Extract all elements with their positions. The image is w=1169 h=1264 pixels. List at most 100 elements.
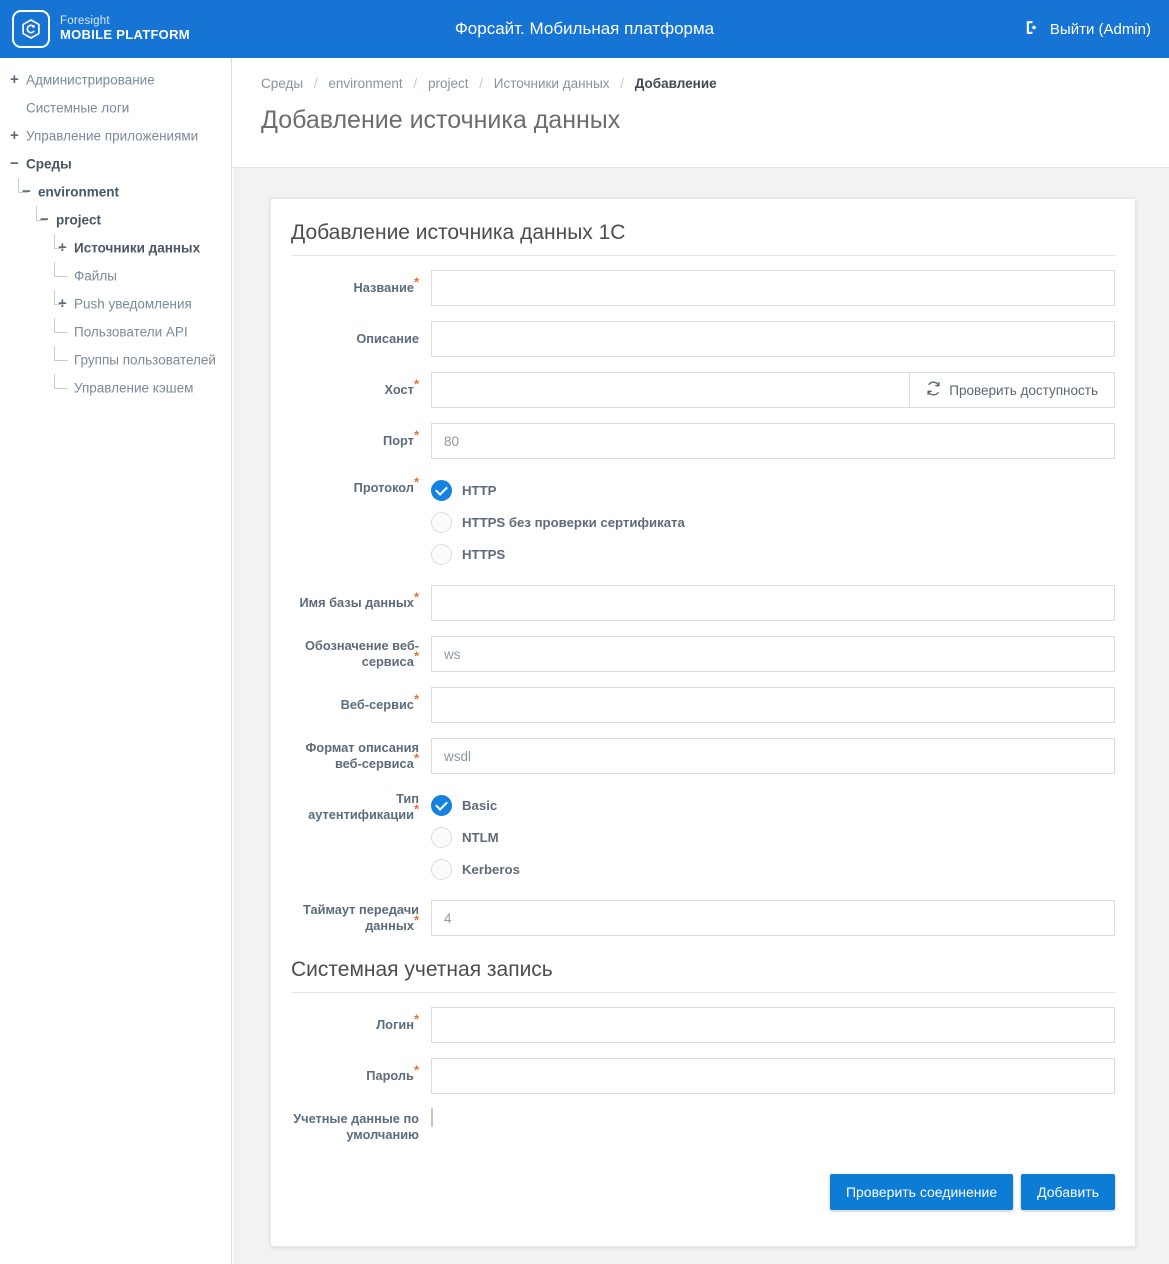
label-protocol: Протокол* [353, 474, 419, 495]
label-port: Порт* [383, 427, 419, 448]
breadcrumb-separator: / [620, 76, 624, 91]
required-marker: * [413, 274, 419, 290]
port-input[interactable] [431, 423, 1115, 459]
radio-auth-kerberos[interactable]: Kerberos [431, 853, 1115, 885]
collapse-minus-icon[interactable]: − [10, 150, 24, 178]
tree-connector [18, 178, 28, 193]
ws-alias-input[interactable] [431, 636, 1115, 672]
sidebar-item-files[interactable]: Файлы [0, 262, 231, 290]
radio-protocol-https-no-cert[interactable]: HTTPS без проверки сертификата [431, 506, 1115, 538]
radio-protocol-http[interactable]: HTTP [431, 474, 1115, 506]
required-marker: * [413, 376, 419, 392]
label-ws-format: Формат описания веб-сервиса* [305, 740, 420, 771]
ws-format-input[interactable] [431, 738, 1115, 774]
radio-selected-check-icon[interactable] [431, 794, 452, 816]
sidebar-item-label: Пользователи API [74, 324, 188, 340]
password-input[interactable] [431, 1058, 1115, 1094]
required-marker: * [413, 474, 419, 490]
radio-unselected-icon[interactable] [431, 858, 452, 880]
label-timeout: Таймаут передачи данных* [303, 902, 419, 933]
radio-unselected-icon[interactable] [431, 826, 452, 848]
label-password: Пароль* [366, 1062, 419, 1083]
foresight-hexagon-logo-icon [12, 10, 50, 48]
radio-selected-check-icon[interactable] [431, 479, 452, 501]
radio-protocol-https[interactable]: HTTPS [431, 538, 1115, 570]
expand-plus-icon[interactable]: + [10, 66, 24, 94]
breadcrumb-item-project[interactable]: project [428, 76, 469, 91]
sidebar-item-label: Push уведомления [74, 296, 192, 312]
label-name: Название* [353, 274, 419, 295]
field-row-port: Порт* [291, 423, 1115, 459]
required-marker: * [413, 912, 419, 928]
field-row-host: Хост* Проверить доступность [291, 372, 1115, 408]
label-db-name: Имя базы данных* [299, 589, 419, 610]
field-row-name: Название* [291, 270, 1115, 306]
sidebar-item-environments[interactable]: − Среды [0, 150, 231, 178]
description-input[interactable] [431, 321, 1115, 357]
sidebar-item-data-sources[interactable]: + Источники данных [0, 234, 231, 262]
radio-auth-ntlm[interactable]: NTLM [431, 821, 1115, 853]
tree-connector [54, 318, 68, 333]
radio-auth-basic[interactable]: Basic [431, 789, 1115, 821]
web-service-input[interactable] [431, 687, 1115, 723]
sidebar-item-project[interactable]: − project [0, 206, 231, 234]
page-header: Среды / environment / project / Источник… [233, 58, 1169, 168]
breadcrumb-item-environment[interactable]: environment [328, 76, 402, 91]
name-input[interactable] [431, 270, 1115, 306]
form-actions: Проверить соединение Добавить [829, 1174, 1115, 1210]
sidebar-item-cache-management[interactable]: Управление кэшем [0, 374, 231, 402]
sidebar-item-label: environment [38, 184, 120, 200]
sidebar-item-label: Администрирование [26, 72, 155, 88]
required-marker: * [413, 648, 419, 664]
breadcrumb-item-environments[interactable]: Среды [261, 76, 303, 91]
login-input[interactable] [431, 1007, 1115, 1043]
sidebar-item-label: project [56, 212, 102, 228]
breadcrumb-item-data-sources[interactable]: Источники данных [494, 76, 610, 91]
sidebar-navigation: + Администрирование Системные логи + Управ… [0, 58, 232, 1264]
logout-label: Выйти (Admin) [1049, 20, 1151, 38]
sidebar-item-user-groups[interactable]: Группы пользователей [0, 346, 231, 374]
sidebar-item-push-notifications[interactable]: + Push уведомления [0, 290, 231, 318]
field-row-db-name: Имя базы данных* [291, 585, 1115, 621]
test-connection-button[interactable]: Проверить соединение [829, 1174, 1014, 1210]
sidebar-item-label: Источники данных [74, 240, 201, 256]
app-logo[interactable]: Foresight MOBILE PLATFORM [12, 10, 190, 48]
sidebar-item-system-logs[interactable]: Системные логи [0, 94, 231, 122]
logo-line-2: MOBILE PLATFORM [60, 27, 190, 43]
radio-label: Kerberos [462, 861, 520, 877]
db-name-input[interactable] [431, 585, 1115, 621]
check-availability-label: Проверить доступность [949, 382, 1098, 398]
form-section-title-1c: Добавление источника данных 1С [291, 221, 1115, 256]
logout-button[interactable]: Выйти (Admin) [1024, 0, 1151, 58]
radio-label: HTTP [462, 482, 497, 498]
expand-plus-icon[interactable]: + [10, 122, 24, 150]
radio-label: HTTPS [462, 546, 506, 562]
add-button[interactable]: Добавить [1021, 1174, 1115, 1210]
field-row-timeout: Таймаут передачи данных* [291, 900, 1115, 936]
data-source-form-card: Добавление источника данных 1С Название*… [270, 198, 1136, 1247]
radio-label: Basic [462, 797, 498, 813]
tree-connector [54, 234, 64, 249]
default-credentials-checkbox[interactable] [431, 1108, 433, 1127]
sidebar-item-environment[interactable]: − environment [0, 178, 231, 206]
sidebar-item-label: Среды [26, 156, 72, 172]
label-ws-alias: Обозначение веб-сервиса* [304, 638, 419, 669]
sidebar-item-api-users[interactable]: Пользователи API [0, 318, 231, 346]
host-input[interactable] [431, 372, 910, 408]
radio-unselected-icon[interactable] [431, 543, 452, 565]
required-marker: * [413, 1062, 419, 1078]
sidebar-item-label: Управление приложениями [26, 128, 199, 144]
tree-connector [54, 346, 68, 361]
field-row-protocol: Протокол* HTTP HTTPS без проверки сертиф… [291, 474, 1115, 570]
sidebar-item-administration[interactable]: + Администрирование [0, 66, 231, 94]
breadcrumb-separator: / [479, 76, 484, 91]
breadcrumb: Среды / environment / project / Источник… [261, 76, 1169, 91]
timeout-input[interactable] [431, 900, 1115, 936]
sidebar-item-app-management[interactable]: + Управление приложениями [0, 122, 231, 150]
radio-unselected-icon[interactable] [431, 511, 452, 533]
field-row-ws-format: Формат описания веб-сервиса* [291, 738, 1115, 774]
check-availability-button[interactable]: Проверить доступность [909, 372, 1115, 408]
field-row-web-service: Веб-сервис* [291, 687, 1115, 723]
app-header: Foresight MOBILE PLATFORM Форсайт. Мобил… [0, 0, 1169, 58]
label-web-service: Веб-сервис* [340, 691, 419, 712]
